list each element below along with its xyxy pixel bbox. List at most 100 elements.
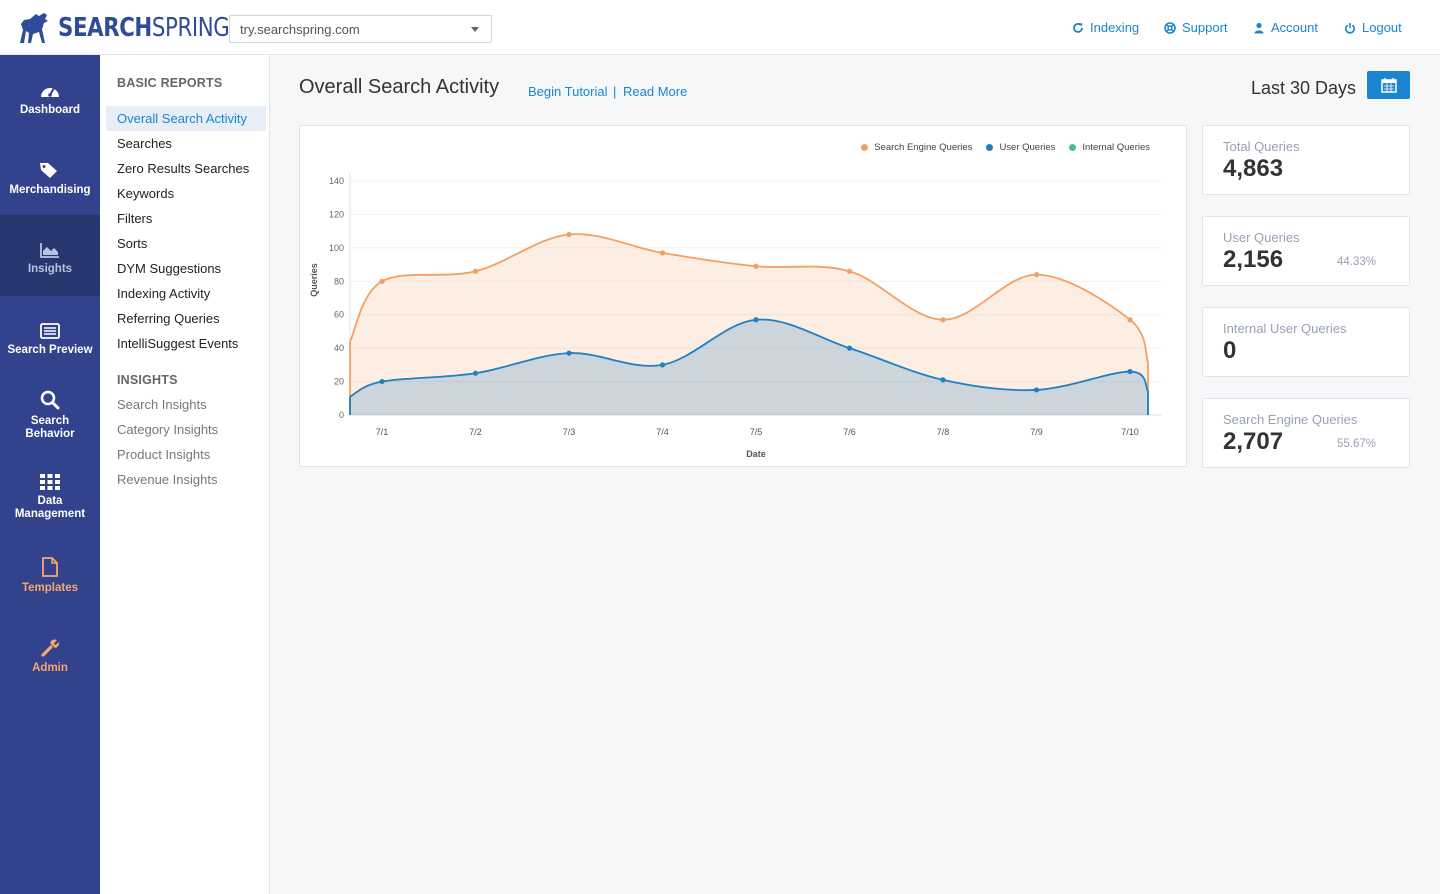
x-tick-label: 7/4 bbox=[656, 427, 669, 437]
sidebar-item-dashboard[interactable]: Dashboard bbox=[0, 77, 100, 117]
page-title: Overall Search Activity bbox=[299, 76, 500, 98]
sidebar-item-label: Merchandising bbox=[9, 184, 91, 196]
sidebar-item-insights[interactable]: Insights bbox=[0, 215, 100, 296]
top-bar: SEARCHSPRING try.searchspring.com Indexi… bbox=[0, 0, 1440, 55]
date-picker-button[interactable] bbox=[1367, 71, 1410, 99]
data-point bbox=[940, 377, 946, 383]
submenu-item-sorts[interactable]: Sorts bbox=[106, 231, 266, 256]
file-icon bbox=[42, 557, 58, 577]
x-tick-label: 7/8 bbox=[937, 427, 950, 437]
submenu-item-product-insights[interactable]: Product Insights bbox=[106, 442, 266, 467]
data-point bbox=[1033, 387, 1040, 393]
data-point bbox=[940, 317, 946, 323]
x-tick-label: 7/9 bbox=[1030, 427, 1043, 437]
data-point bbox=[753, 317, 759, 323]
x-tick-label: 7/6 bbox=[843, 427, 856, 437]
y-tick-label: 60 bbox=[334, 310, 344, 320]
submenu-item-zero-results-searches[interactable]: Zero Results Searches bbox=[106, 156, 266, 181]
sidebar-item-label: Data Management bbox=[14, 495, 86, 520]
stat-value: 2,156 bbox=[1223, 246, 1284, 273]
wrench-icon bbox=[41, 639, 60, 657]
sidebar-item-label: Dashboard bbox=[19, 104, 81, 116]
search-activity-chart-card: Search Engine Queries User Queries Inter… bbox=[299, 125, 1187, 467]
y-tick-label: 140 bbox=[329, 176, 344, 186]
nav-indexing[interactable]: Indexing bbox=[1072, 20, 1139, 35]
nav-logout[interactable]: Logout bbox=[1344, 20, 1402, 35]
dashboard-icon bbox=[41, 87, 59, 97]
sidebar-item-label: Templates bbox=[21, 582, 79, 594]
x-tick-label: 7/2 bbox=[469, 427, 482, 437]
data-point bbox=[659, 250, 666, 256]
submenu-item-keywords[interactable]: Keywords bbox=[106, 181, 266, 206]
submenu-item-revenue-insights[interactable]: Revenue Insights bbox=[106, 467, 266, 492]
sidebar-item-search-preview[interactable]: Search Preview bbox=[0, 317, 100, 357]
stat-label: Total Queries bbox=[1223, 139, 1300, 154]
sidebar-item-label: Admin bbox=[32, 662, 68, 674]
y-tick-label: 20 bbox=[334, 377, 344, 387]
data-point bbox=[379, 378, 385, 385]
sidebar-item-search-behavior[interactable]: Search Behavior bbox=[0, 388, 100, 441]
submenu-item-filters[interactable]: Filters bbox=[106, 206, 266, 231]
sidebar-item-data-management[interactable]: Data Management bbox=[0, 468, 100, 521]
submenu-item-intellisuggest-events[interactable]: IntelliSuggest Events bbox=[106, 331, 266, 356]
data-point bbox=[566, 350, 572, 356]
search-icon bbox=[40, 390, 60, 410]
stat-label: Search Engine Queries bbox=[1223, 412, 1358, 427]
data-point bbox=[753, 263, 759, 269]
begin-tutorial-link[interactable]: Begin Tutorial bbox=[528, 84, 608, 99]
data-point bbox=[846, 268, 853, 274]
stat-label: Internal User Queries bbox=[1223, 321, 1347, 336]
submenu-item-search-insights[interactable]: Search Insights bbox=[106, 392, 266, 417]
grid-icon bbox=[40, 474, 60, 490]
sidebar-item-templates[interactable]: Templates bbox=[0, 555, 100, 595]
list-icon bbox=[40, 323, 60, 339]
sidebar-item-admin[interactable]: Admin bbox=[0, 635, 100, 675]
calendar-icon bbox=[1380, 77, 1397, 93]
y-axis-label: Queries bbox=[309, 263, 319, 297]
submenu-item-overall-search-activity[interactable]: Overall Search Activity bbox=[106, 106, 266, 131]
power-icon bbox=[1345, 22, 1355, 34]
user-icon bbox=[1254, 22, 1264, 33]
main-sidebar: Dashboard Merchandising Insights Search … bbox=[0, 55, 100, 894]
data-point bbox=[1033, 272, 1040, 278]
sidebar-item-merchandising[interactable]: Merchandising bbox=[0, 157, 100, 197]
submenu-item-dym-suggestions[interactable]: DYM Suggestions bbox=[106, 256, 266, 281]
submenu-item-searches[interactable]: Searches bbox=[106, 131, 266, 156]
y-tick-label: 80 bbox=[334, 276, 344, 286]
site-select[interactable]: try.searchspring.com bbox=[229, 15, 492, 43]
x-tick-label: 7/1 bbox=[376, 427, 389, 437]
area-chart-icon bbox=[40, 243, 59, 258]
data-point bbox=[566, 231, 572, 238]
nav-indexing-label: Indexing bbox=[1090, 20, 1140, 35]
stat-label: User Queries bbox=[1223, 230, 1300, 245]
data-point bbox=[379, 278, 385, 284]
stat-value: 0 bbox=[1223, 337, 1237, 364]
y-tick-label: 0 bbox=[339, 410, 344, 420]
x-tick-label: 7/3 bbox=[563, 427, 576, 437]
nav-support-label: Support bbox=[1182, 20, 1228, 35]
submenu-item-referring-queries[interactable]: Referring Queries bbox=[106, 306, 266, 331]
nav-account[interactable]: Account bbox=[1253, 20, 1318, 35]
chevron-down-icon bbox=[471, 27, 479, 32]
stat-card-user-queries: User Queries 2,156 44.33% bbox=[1202, 216, 1410, 286]
basic-reports-heading: BASIC REPORTS bbox=[117, 76, 223, 90]
stat-value: 4,863 bbox=[1223, 155, 1284, 182]
dog-logo-icon bbox=[20, 13, 48, 43]
read-more-link[interactable]: Read More bbox=[623, 84, 687, 99]
stat-percent: 55.67% bbox=[1336, 438, 1376, 450]
submenu-item-indexing-activity[interactable]: Indexing Activity bbox=[106, 281, 266, 306]
y-tick-label: 100 bbox=[329, 243, 344, 253]
header-link-separator: | bbox=[613, 84, 617, 99]
sidebar-item-label: Search Behavior bbox=[25, 415, 75, 440]
nav-logout-label: Logout bbox=[1362, 20, 1402, 35]
lifebuoy-icon bbox=[1164, 21, 1176, 34]
data-point bbox=[472, 268, 479, 274]
brand-name: SEARCHSPRING bbox=[58, 13, 230, 43]
nav-support[interactable]: Support bbox=[1164, 20, 1228, 35]
stat-card-search-engine-queries: Search Engine Queries 2,707 55.67% bbox=[1202, 398, 1410, 468]
sidebar-item-label: Insights bbox=[27, 263, 73, 275]
submenu-item-category-insights[interactable]: Category Insights bbox=[106, 417, 266, 442]
reports-submenu: BASIC REPORTS Overall Search Activity Se… bbox=[100, 55, 270, 894]
area-chart: 0 20 40 60 80 100 120 140 7/1 7/2 7/3 7/4 7/5 7/6 7/8 7… bbox=[309, 173, 1162, 459]
data-point bbox=[472, 370, 479, 376]
